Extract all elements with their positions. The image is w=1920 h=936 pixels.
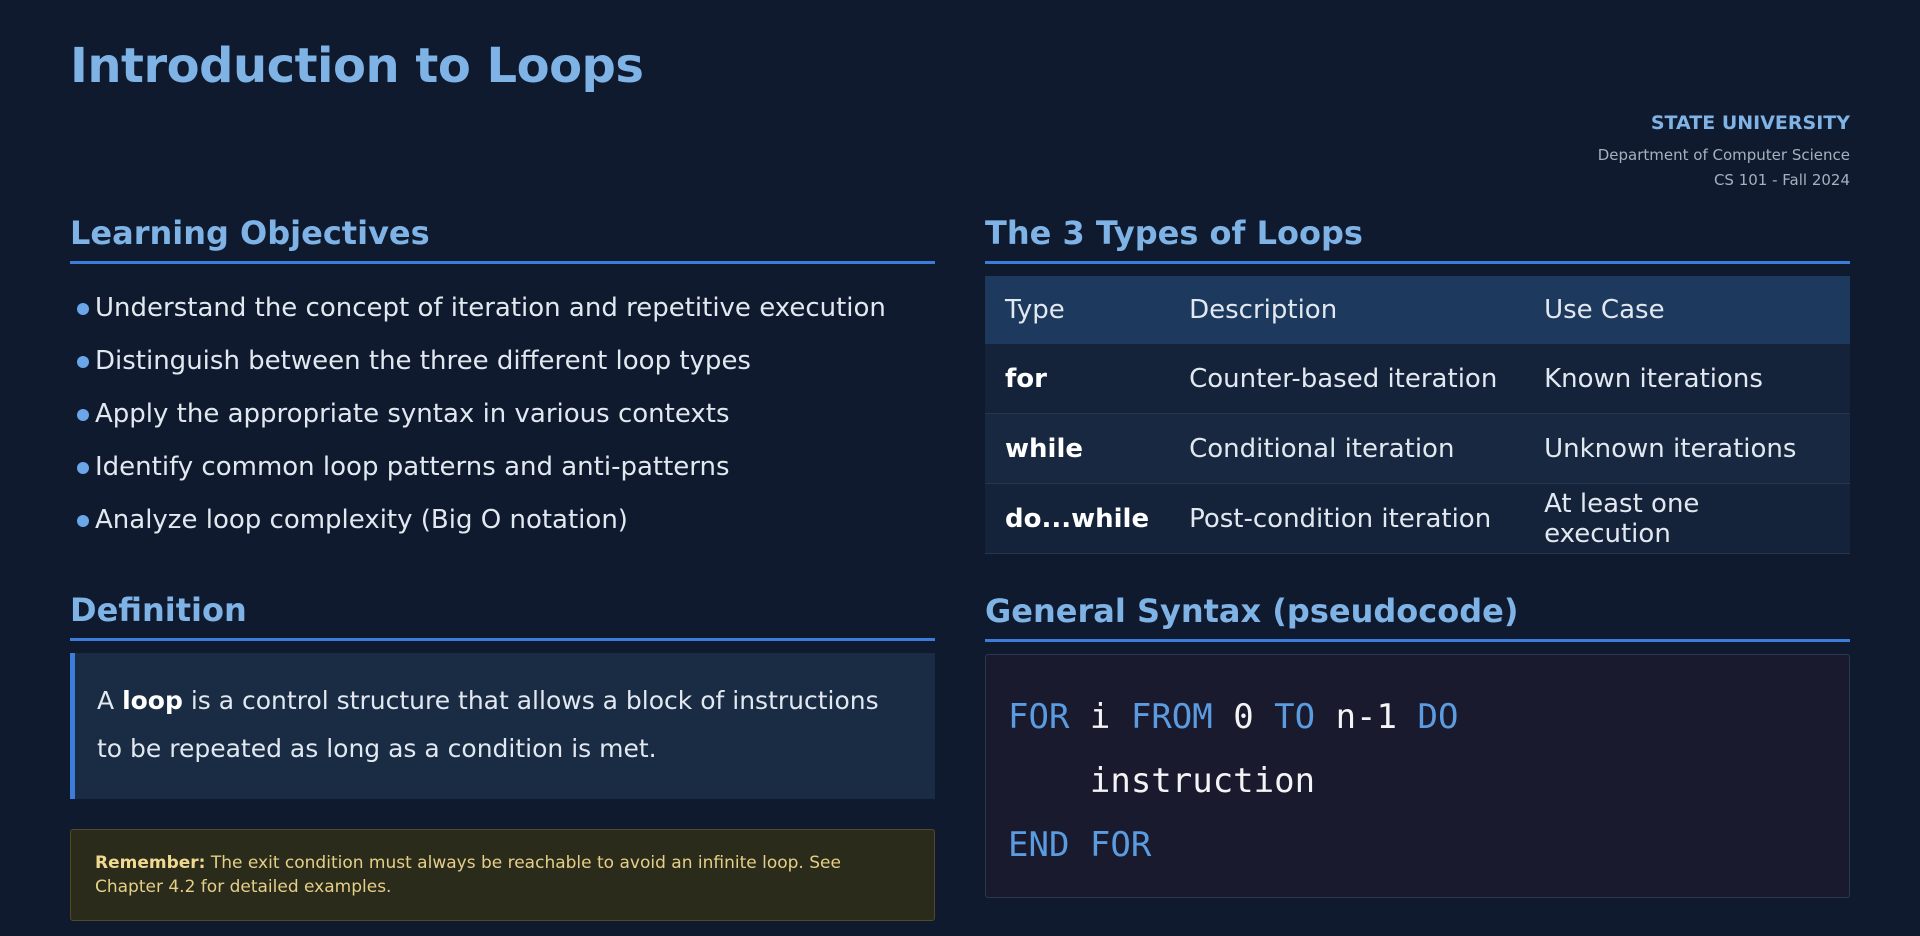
definition-heading: Definition [70, 591, 935, 641]
right-column: The 3 Types of Loops Type Description Us… [985, 214, 1850, 898]
department-name: Department of Computer Science [1597, 146, 1850, 164]
definition-box: A loop is a control structure that allow… [70, 653, 935, 799]
objective-text: Apply the appropriate syntax in various … [95, 399, 730, 429]
objectives-list: Understand the concept of iteration and … [70, 282, 935, 547]
definition-text: is a control structure that allows a blo… [97, 686, 879, 763]
course-label: CS 101 - Fall 2024 [1713, 171, 1850, 189]
table-header-row: Type Description Use Case [985, 276, 1850, 344]
loop-description-cell: Conditional iteration [1169, 413, 1525, 484]
bullet-icon [77, 409, 89, 421]
code-keyword: FOR [1089, 825, 1152, 865]
loop-type-cell: do...while [985, 483, 1170, 554]
loop-use-case-cell: Known iterations [1524, 344, 1850, 414]
code-keyword: FOR [1008, 697, 1070, 737]
loop-use-case-cell: At least one execution [1524, 483, 1850, 554]
list-item: Identify common loop patterns and anti-p… [70, 441, 935, 494]
list-item: Analyze loop complexity (Big O notation) [70, 494, 935, 547]
callout-text: The exit condition must always be reacha… [95, 853, 841, 897]
definition-prefix: A [97, 686, 123, 715]
code-token: i [1069, 697, 1131, 737]
syntax-heading: General Syntax (pseudocode) [985, 592, 1850, 642]
code-keyword: DO [1417, 697, 1459, 737]
code-keyword: TO [1274, 697, 1316, 737]
bullet-icon [77, 462, 89, 474]
loop-type-cell: while [985, 413, 1170, 484]
code-token: n-1 [1315, 697, 1418, 737]
loop-description-cell: Post-condition iteration [1169, 483, 1525, 554]
loop-type-cell: for [985, 344, 1170, 414]
column-header-description: Description [1169, 276, 1525, 344]
column-header-use-case: Use Case [1524, 276, 1850, 344]
table-row: for Counter-based iteration Known iterat… [985, 344, 1850, 414]
institution-block: STATE UNIVERSITY Department of Computer … [1598, 112, 1850, 193]
list-item: Understand the concept of iteration and … [70, 282, 935, 335]
callout-label: Remember: [95, 853, 206, 873]
loop-types-heading: The 3 Types of Loops [985, 214, 1850, 264]
objective-text: Distinguish between the three different … [95, 346, 751, 376]
definition-term: loop [122, 686, 183, 715]
code-line-2: instruction [1008, 761, 1316, 801]
loop-use-case-cell: Unknown iterations [1524, 413, 1850, 484]
code-line-3: END FOR [1008, 813, 1827, 877]
bullet-icon [77, 515, 89, 527]
table-row: while Conditional iteration Unknown iter… [985, 413, 1850, 484]
list-item: Distinguish between the three different … [70, 335, 935, 388]
objective-text: Identify common loop patterns and anti-p… [95, 452, 730, 482]
page-title: Introduction to Loops [70, 38, 644, 94]
column-header-type: Type [985, 276, 1170, 344]
bullet-icon [77, 356, 89, 368]
objective-text: Understand the concept of iteration and … [95, 293, 886, 323]
code-token: 0 [1212, 697, 1275, 737]
loop-description-cell: Counter-based iteration [1169, 344, 1525, 414]
left-column: Learning Objectives Understand the conce… [70, 214, 935, 921]
code-keyword: FROM [1130, 697, 1213, 737]
table-row: do...while Post-condition iteration At l… [985, 483, 1850, 554]
code-line-1: FOR i FROM 0 TO n-1 DO [1008, 685, 1827, 749]
pseudocode-block: FOR i FROM 0 TO n-1 DO instruction END FO… [985, 654, 1850, 898]
list-item: Apply the appropriate syntax in various … [70, 388, 935, 441]
remember-callout: Remember: The exit condition must always… [70, 829, 935, 921]
loop-types-table: Type Description Use Case for Counter-ba… [985, 276, 1850, 554]
objectives-heading: Learning Objectives [70, 214, 935, 264]
university-name: STATE UNIVERSITY [1650, 112, 1850, 134]
objective-text: Analyze loop complexity (Big O notation) [95, 505, 628, 535]
bullet-icon [77, 303, 89, 315]
code-keyword: END [1008, 825, 1070, 865]
